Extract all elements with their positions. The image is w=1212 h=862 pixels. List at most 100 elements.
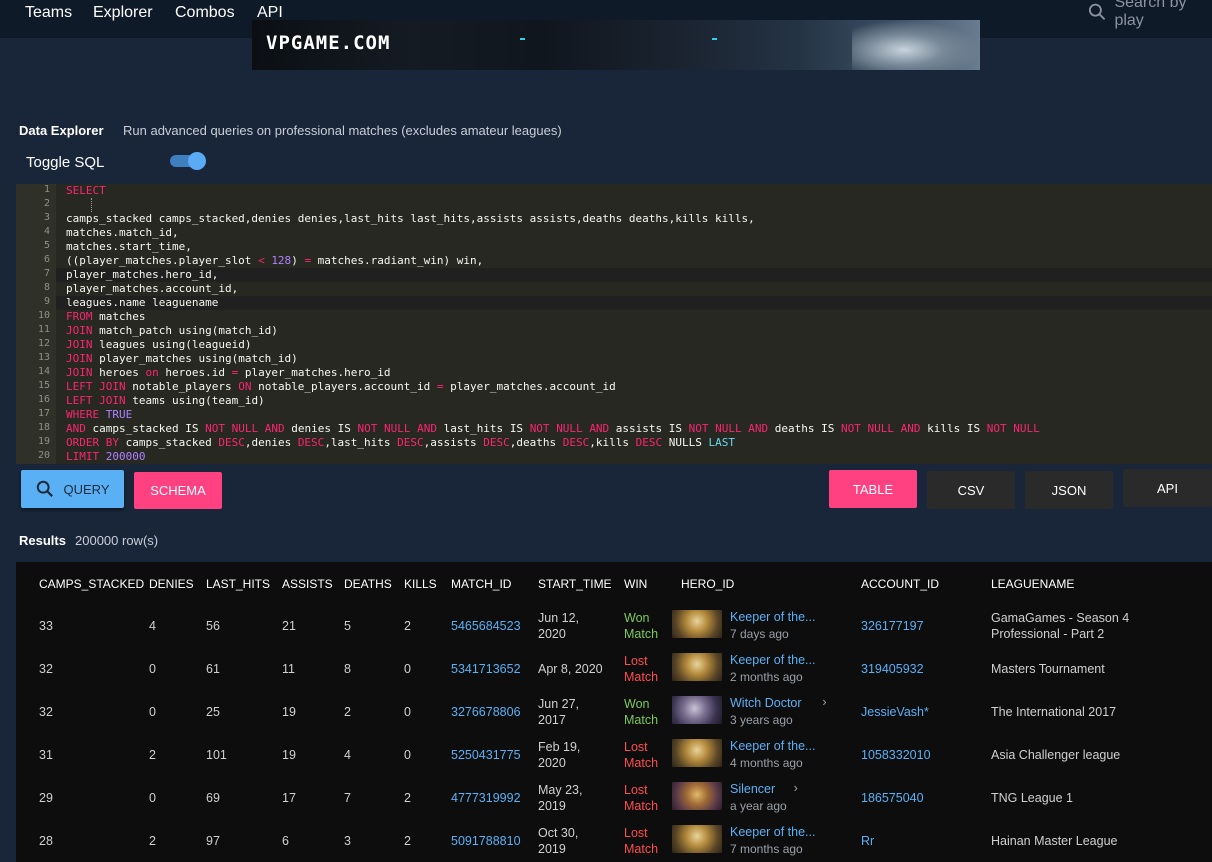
- schema-button-label: SCHEMA: [150, 483, 206, 498]
- search-placeholder[interactable]: Search by play: [1114, 0, 1212, 30]
- hero-name-link[interactable]: Silencer: [730, 781, 775, 797]
- win-result-match: Match: [624, 713, 659, 727]
- keeper-of-the-light-icon[interactable]: [672, 653, 722, 681]
- cell-deaths: 2: [344, 705, 351, 719]
- column-header[interactable]: DEATHS: [344, 577, 392, 591]
- query-button[interactable]: QUERY: [21, 470, 124, 508]
- sql-code-line[interactable]: matches.match_id,: [66, 226, 179, 239]
- hero-last-played: 2 months ago: [730, 670, 803, 684]
- nav-teams[interactable]: Teams: [25, 4, 72, 22]
- match-id-link[interactable]: 5465684523: [451, 618, 521, 634]
- league-name: Asia Challenger league: [991, 748, 1121, 762]
- line-number: 15: [37, 380, 50, 391]
- sql-code-line[interactable]: JOIN match_patch using(match_id): [66, 324, 278, 337]
- keeper-of-the-light-icon[interactable]: [672, 825, 722, 853]
- results-count: 200000 row(s): [75, 533, 159, 548]
- active-line-highlight: [56, 296, 1212, 310]
- cell-denies: 4: [149, 619, 156, 633]
- match-id-link[interactable]: 3276678806: [451, 704, 521, 720]
- league-name: TNG League 1: [991, 791, 1073, 805]
- sql-code-line[interactable]: AND camps_stacked IS NOT NULL AND denies…: [66, 422, 1040, 435]
- cell-deaths: 8: [344, 662, 351, 676]
- banner-decoration: [712, 38, 717, 40]
- hero-name-link[interactable]: Witch Doctor: [730, 695, 802, 711]
- toggle-sql-switch[interactable]: [170, 152, 206, 170]
- sql-code-line[interactable]: FROM matches: [66, 310, 145, 323]
- account-id-link[interactable]: Rr: [861, 833, 874, 849]
- column-header[interactable]: ASSISTS: [282, 577, 333, 591]
- sql-code-line[interactable]: player_matches.hero_id,: [66, 268, 218, 281]
- sql-code-line[interactable]: LEFT JOIN teams using(team_id): [66, 394, 265, 407]
- column-header[interactable]: HERO_ID: [681, 577, 734, 591]
- sql-code-line[interactable]: ((player_matches.player_slot < 128) = ma…: [66, 254, 483, 267]
- start-time-year: 2020: [538, 627, 566, 641]
- cell-last-hits: 101: [206, 748, 227, 762]
- match-id-link[interactable]: 5091788810: [451, 833, 521, 849]
- sql-editor[interactable]: 1 2 3 4 5 6 7 8 9 10 11 12 13 14 15 16 17 18 19 20 SELECT ca…: [16, 184, 1212, 464]
- silencer-icon[interactable]: [672, 782, 722, 810]
- sql-code-line[interactable]: leagues.name leaguename: [66, 296, 218, 309]
- cell-last-hits: 25: [206, 705, 220, 719]
- column-header[interactable]: ACCOUNT_ID: [861, 577, 939, 591]
- column-header[interactable]: CAMPS_STACKED: [39, 577, 144, 591]
- toggle-knob[interactable]: [188, 152, 206, 170]
- account-id-link[interactable]: 326177197: [861, 618, 924, 634]
- sql-code-line[interactable]: LEFT JOIN notable_players ON notable_pla…: [66, 380, 616, 393]
- league-name: The International 2017: [991, 705, 1117, 719]
- sql-code-line[interactable]: matches.start_time,: [66, 240, 192, 253]
- column-header[interactable]: START_TIME: [538, 577, 612, 591]
- hero-name-link[interactable]: Keeper of the...: [730, 738, 815, 754]
- sql-code-line[interactable]: SELECT: [66, 184, 106, 197]
- account-id-link[interactable]: 1058332010: [861, 747, 931, 763]
- line-number: 18: [37, 422, 50, 433]
- schema-button[interactable]: SCHEMA: [134, 472, 222, 509]
- cell-camps-stacked: 33: [39, 619, 53, 633]
- nav-combos[interactable]: Combos: [175, 4, 235, 22]
- results-title: Results: [19, 533, 66, 548]
- hero-name-link[interactable]: Keeper of the...: [730, 824, 815, 840]
- csv-button[interactable]: CSV: [927, 471, 1015, 509]
- match-id-link[interactable]: 4777319992: [451, 790, 521, 806]
- nav-explorer[interactable]: Explorer: [93, 4, 153, 22]
- hero-name-link[interactable]: Keeper of the...: [730, 652, 815, 668]
- line-number: 14: [37, 366, 50, 377]
- account-id-link[interactable]: 186575040: [861, 790, 924, 806]
- witch-doctor-icon[interactable]: [672, 696, 722, 724]
- sql-code-line[interactable]: JOIN player_matches using(match_id): [66, 352, 298, 365]
- table-button[interactable]: TABLE: [829, 470, 917, 508]
- start-time-cell: Apr 8, 2020: [538, 662, 603, 676]
- sql-code-line[interactable]: WHERE TRUE: [66, 408, 132, 421]
- sql-code-line[interactable]: JOIN heroes on heroes.id = player_matche…: [66, 366, 391, 379]
- query-button-label: QUERY: [63, 481, 110, 497]
- sql-code-line[interactable]: camps_stacked camps_stacked,denies denie…: [66, 212, 755, 225]
- sql-code-line[interactable]: player_matches.account_id,: [66, 282, 238, 295]
- start-time-cell: Jun 27,: [538, 697, 580, 711]
- api-button[interactable]: API: [1123, 469, 1212, 507]
- account-id-link[interactable]: 319405932: [861, 661, 924, 677]
- column-header[interactable]: WIN: [624, 577, 647, 591]
- line-number: 13: [37, 352, 50, 363]
- column-header[interactable]: DENIES: [149, 577, 194, 591]
- vpgame-banner[interactable]: VPGAME.COM: [252, 20, 980, 70]
- keeper-of-the-light-icon[interactable]: [672, 739, 722, 767]
- line-number: 2: [43, 198, 50, 209]
- account-id-link[interactable]: JessieVash*: [861, 704, 929, 720]
- json-button[interactable]: JSON: [1025, 471, 1113, 509]
- column-header[interactable]: KILLS: [404, 577, 437, 591]
- sql-code-line[interactable]: JOIN leagues using(leagueid): [66, 338, 251, 351]
- match-id-link[interactable]: 5341713652: [451, 661, 521, 677]
- column-header[interactable]: LEAGUENAME: [991, 577, 1074, 591]
- sql-code-line[interactable]: LIMIT 200000: [66, 450, 146, 463]
- column-header[interactable]: LAST_HITS: [206, 577, 270, 591]
- hero-name-link[interactable]: Keeper of the...: [730, 609, 815, 625]
- match-id-link[interactable]: 5250431775: [451, 747, 521, 763]
- start-time-year: 2019: [538, 842, 566, 856]
- sql-code-line[interactable]: ORDER BY camps_stacked DESC,denies DESC,…: [66, 436, 735, 449]
- search-box[interactable]: Search by play: [1088, 0, 1212, 29]
- line-number: 16: [37, 394, 50, 405]
- keeper-of-the-light-icon[interactable]: [672, 610, 722, 638]
- table-button-label: TABLE: [852, 481, 894, 497]
- cell-assists: 19: [282, 705, 296, 719]
- cell-last-hits: 61: [206, 662, 220, 676]
- column-header[interactable]: MATCH_ID: [451, 577, 511, 591]
